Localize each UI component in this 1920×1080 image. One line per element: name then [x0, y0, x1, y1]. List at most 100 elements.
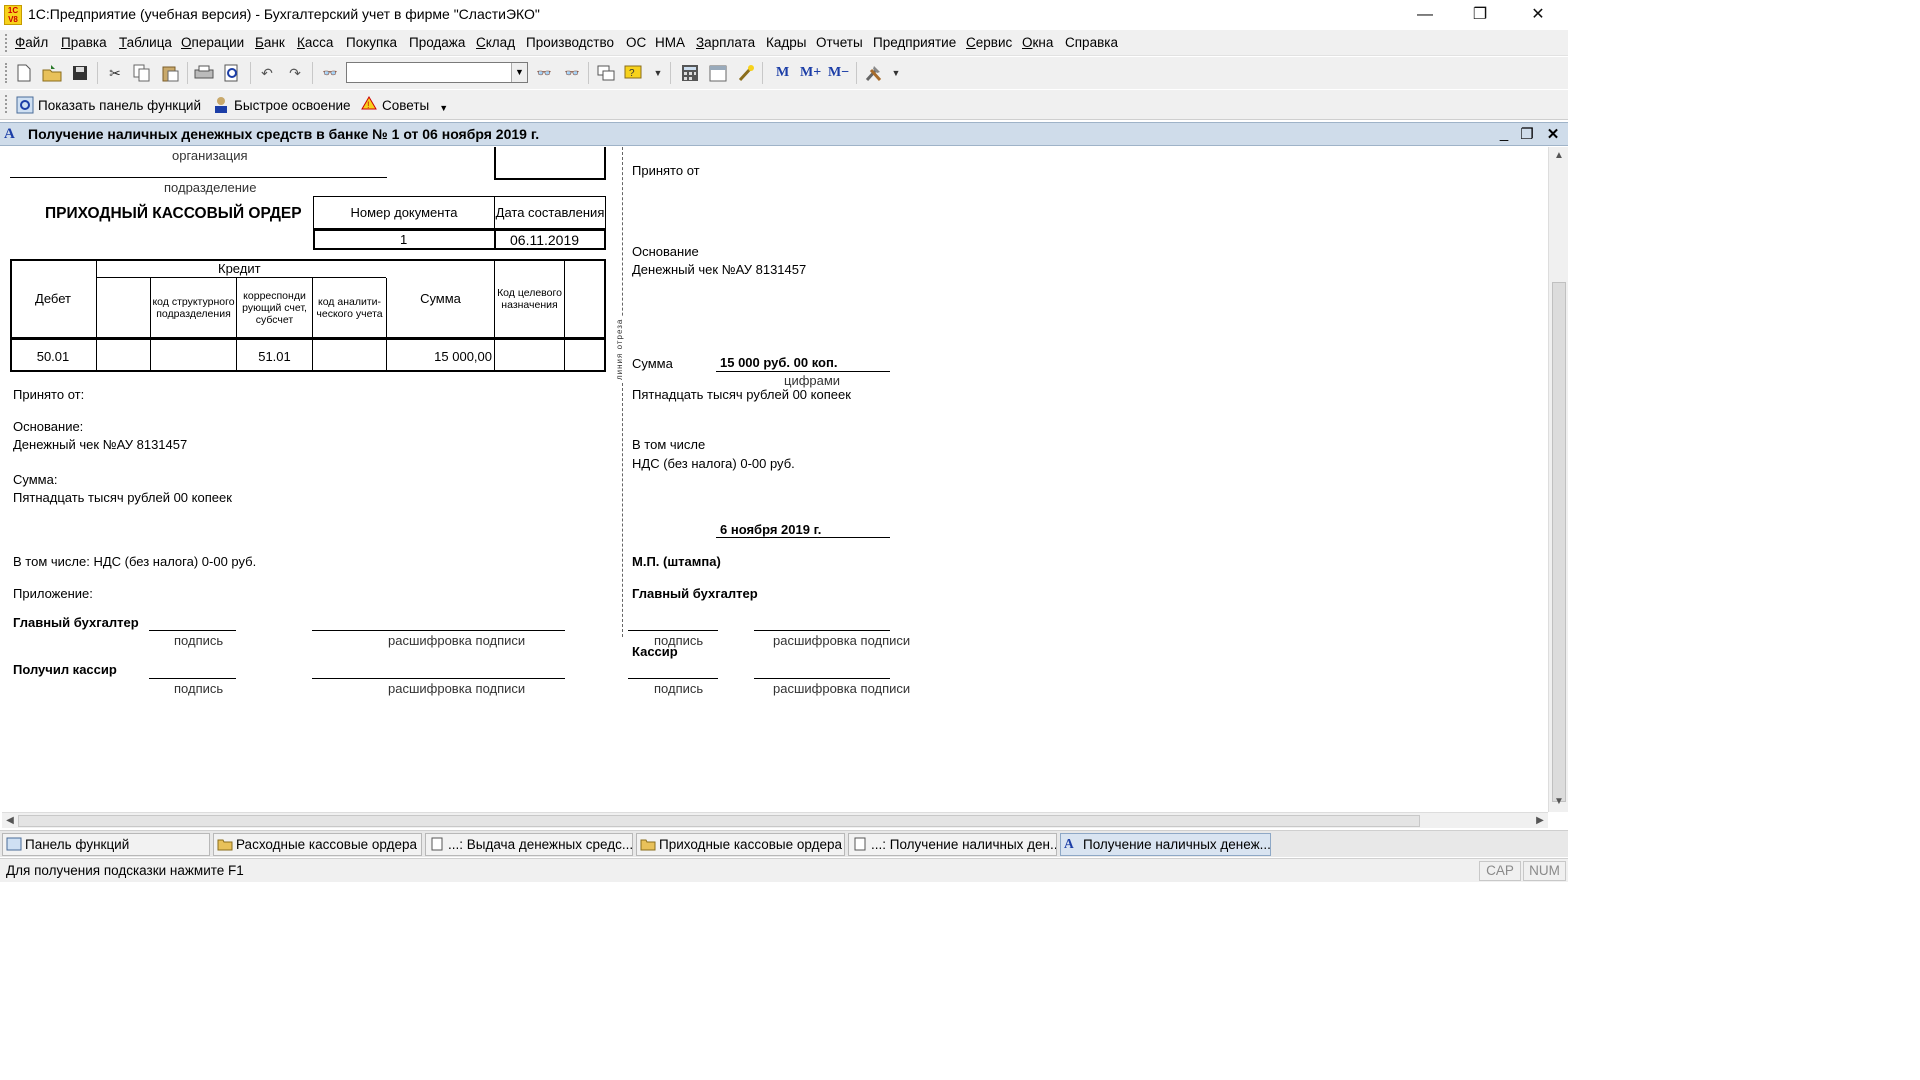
- vertical-scrollbar[interactable]: ▲ ▼: [1548, 147, 1568, 812]
- print-icon[interactable]: [194, 63, 214, 83]
- menu-item-9[interactable]: Производство: [526, 35, 614, 50]
- copy-icon[interactable]: [132, 63, 152, 83]
- menu-item-4[interactable]: Банк: [255, 35, 285, 50]
- menu-accel-letter: Т: [119, 35, 127, 50]
- document-icon: [431, 837, 443, 851]
- task-expense-orders[interactable]: Расходные кассовые ордера: [213, 833, 422, 856]
- menu-item-14[interactable]: Отчеты: [816, 35, 863, 50]
- receipt-chief-sign-line: [628, 630, 718, 631]
- redo-icon[interactable]: ↷: [285, 63, 305, 83]
- menu-item-7[interactable]: Продажа: [409, 35, 465, 50]
- task-cash-issue[interactable]: ...: Выдача денежных средс...: [425, 833, 633, 856]
- menu-item-8[interactable]: Склад: [476, 35, 515, 50]
- find-prev-icon[interactable]: 👓: [562, 63, 582, 83]
- tips-dropdown-icon[interactable]: ▼: [439, 103, 448, 113]
- panel-icon: [6, 837, 22, 851]
- org-caption: организация: [172, 148, 248, 163]
- menu-label: кна: [1032, 35, 1054, 50]
- tools-dropdown-icon[interactable]: ▼: [886, 63, 906, 83]
- menu-item-12[interactable]: Зарплата: [696, 35, 755, 50]
- scroll-down-icon[interactable]: ▼: [1552, 795, 1566, 809]
- purpose-code-text: Код целевого назначения: [497, 286, 562, 311]
- menu-item-15[interactable]: Предприятие: [873, 35, 956, 50]
- cut-icon[interactable]: ✂: [105, 63, 125, 83]
- open-icon[interactable]: [42, 63, 62, 83]
- memory-add-button[interactable]: M+: [800, 65, 821, 81]
- toolbar-grip[interactable]: [5, 63, 9, 83]
- new-document-icon[interactable]: [14, 63, 34, 83]
- calendar-icon[interactable]: [708, 63, 728, 83]
- doc-minimize-button[interactable]: _: [1494, 125, 1514, 142]
- show-functions-panel-button[interactable]: Показать панель функций: [16, 96, 201, 114]
- search-dropdown-arrow-icon[interactable]: ▼: [511, 63, 527, 82]
- receipt-date-line: [716, 537, 890, 538]
- menu-accel-letter: П: [61, 35, 71, 50]
- menu-label: анк: [263, 35, 285, 50]
- binoculars-icon[interactable]: 👓: [320, 63, 340, 83]
- scroll-right-icon[interactable]: ▶: [1533, 813, 1547, 829]
- receipt-sum-words: Пятнадцать тысяч рублей 00 копеек: [632, 387, 851, 402]
- restore-button[interactable]: ❐: [1457, 0, 1503, 30]
- menu-item-13[interactable]: Кадры: [766, 35, 806, 50]
- task-functions-panel[interactable]: Панель функций: [2, 833, 210, 856]
- help-tips-icon[interactable]: ?: [624, 63, 644, 83]
- menu-label: перации: [191, 35, 245, 50]
- windows-icon[interactable]: [596, 63, 616, 83]
- dropdown-arrow-icon[interactable]: ▼: [648, 63, 668, 83]
- toolbar2-grip[interactable]: [5, 95, 9, 113]
- task-income-orders[interactable]: Приходные кассовые ордера: [636, 833, 845, 856]
- print-preview-icon[interactable]: [222, 63, 242, 83]
- cashier-sign-caption: подпись: [174, 681, 224, 696]
- memory-store-button[interactable]: M: [776, 65, 789, 81]
- doc-close-button[interactable]: ✕: [1543, 125, 1563, 143]
- search-combobox[interactable]: ▼: [346, 62, 528, 83]
- receipt-incl-value: НДС (без налога) 0-00 руб.: [632, 456, 795, 471]
- menu-item-17[interactable]: Окна: [1022, 35, 1053, 50]
- menu-grip[interactable]: [5, 34, 9, 52]
- menu-item-10[interactable]: ОС: [626, 35, 646, 50]
- menu-item-3[interactable]: Операции: [181, 35, 244, 50]
- menu-item-2[interactable]: Таблица: [119, 35, 172, 50]
- menu-item-0[interactable]: Файл: [15, 35, 48, 50]
- memory-subtract-button[interactable]: M−: [828, 65, 849, 81]
- wizard-icon[interactable]: [736, 63, 756, 83]
- find-next-icon[interactable]: 👓: [534, 63, 554, 83]
- horizontal-scroll-thumb[interactable]: [18, 815, 1420, 827]
- caps-lock-indicator: CAP: [1479, 861, 1521, 881]
- minimize-button[interactable]: —: [1402, 0, 1448, 30]
- task-cash-receipt[interactable]: ...: Получение наличных ден...: [848, 833, 1057, 856]
- menu-item-11[interactable]: НМА: [655, 35, 685, 50]
- menu-label: Продажа: [409, 35, 466, 50]
- quick-learn-button[interactable]: Быстрое освоение: [212, 96, 351, 114]
- doc-restore-button[interactable]: ❐: [1517, 125, 1537, 143]
- document-icon: A: [4, 126, 15, 142]
- receipt-cashier-sign-caption: подпись: [654, 681, 704, 696]
- horizontal-scrollbar[interactable]: ◀ ▶: [2, 812, 1548, 828]
- panel-icon: [16, 96, 34, 114]
- scroll-left-icon[interactable]: ◀: [3, 813, 17, 829]
- status-hint: Для получения подсказки нажмите F1: [6, 863, 244, 878]
- menu-label: Кадры: [766, 35, 807, 50]
- cut-line-label: линия отреза: [615, 316, 624, 382]
- task-cash-receipt-print[interactable]: A Получение наличных денеж...: [1060, 833, 1271, 856]
- menu-item-5[interactable]: Касса: [297, 35, 333, 50]
- calculator-icon[interactable]: [680, 63, 700, 83]
- close-button[interactable]: ✕: [1515, 0, 1561, 30]
- menu-item-6[interactable]: Покупка: [346, 35, 397, 50]
- tips-button[interactable]: ! Советы ▼: [360, 96, 448, 114]
- save-icon[interactable]: [70, 63, 90, 83]
- receipt-stamp: М.П. (штампа): [632, 554, 721, 569]
- menu-item-18[interactable]: Справка: [1065, 35, 1118, 50]
- undo-icon[interactable]: ↶: [257, 63, 277, 83]
- app-logo-icon: 1C V8: [4, 5, 22, 25]
- menu-item-16[interactable]: Сервис: [966, 35, 1012, 50]
- tools-icon[interactable]: [864, 63, 884, 83]
- menu-label: аблица: [126, 35, 172, 50]
- scroll-up-icon[interactable]: ▲: [1552, 149, 1566, 163]
- menu-item-1[interactable]: Правка: [61, 35, 107, 50]
- document-title: Получение наличных денежных средств в ба…: [28, 126, 540, 142]
- vertical-scroll-thumb[interactable]: [1552, 282, 1566, 802]
- paste-icon[interactable]: [160, 63, 180, 83]
- menu-accel-letter: К: [297, 35, 305, 50]
- menu-accel-letter: З: [696, 35, 705, 50]
